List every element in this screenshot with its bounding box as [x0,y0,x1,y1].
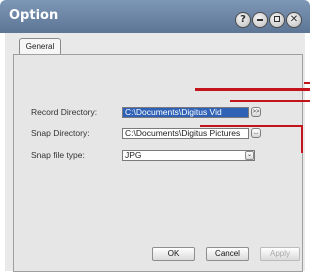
general-panel: Record Directory: C:\Documents\Digitus V… [13,54,303,272]
title-bar[interactable]: Option ? ✕ [0,0,310,33]
snap-directory-label: Snap Directory: [31,128,90,138]
maximize-button[interactable] [269,12,285,28]
close-button[interactable]: ✕ [286,12,302,28]
help-icon: ? [240,14,246,25]
snap-file-type-select[interactable]: JPG [122,150,255,161]
tab-general[interactable]: General [19,38,61,55]
record-directory-browse-button[interactable]: >> [251,107,261,117]
help-button[interactable]: ? [235,12,251,28]
record-directory-label: Record Directory: [31,107,98,117]
minimize-button[interactable] [252,12,268,28]
snap-file-type-label: Snap file type: [31,150,85,160]
snap-directory-browse-button[interactable]: ... [251,128,261,138]
ok-button[interactable]: OK [152,247,195,261]
annotation-line-filetype [200,125,302,127]
close-icon: ✕ [289,14,299,25]
dialog-client-area: General Record Directory: C:\Documents\D… [5,33,305,272]
apply-button[interactable]: Apply [260,247,300,261]
record-directory-field[interactable]: C:\Documents\Digitus Vid [122,107,249,118]
annotation-drop-filetype [301,125,303,153]
window-title: Option [9,8,59,23]
cancel-button[interactable]: Cancel [206,247,249,261]
annotation-line-snap [230,100,310,102]
annotation-tick-record [304,82,310,84]
snap-directory-field[interactable]: C:\Documents\Digitus Pictures [122,128,249,139]
minimize-icon [257,19,263,21]
annotation-line-record [195,88,310,91]
maximize-icon [274,16,280,22]
chevron-down-icon[interactable]: ⌄ [245,151,254,160]
option-dialog: Option ? ✕ General Record Directory: C:\… [0,0,310,276]
